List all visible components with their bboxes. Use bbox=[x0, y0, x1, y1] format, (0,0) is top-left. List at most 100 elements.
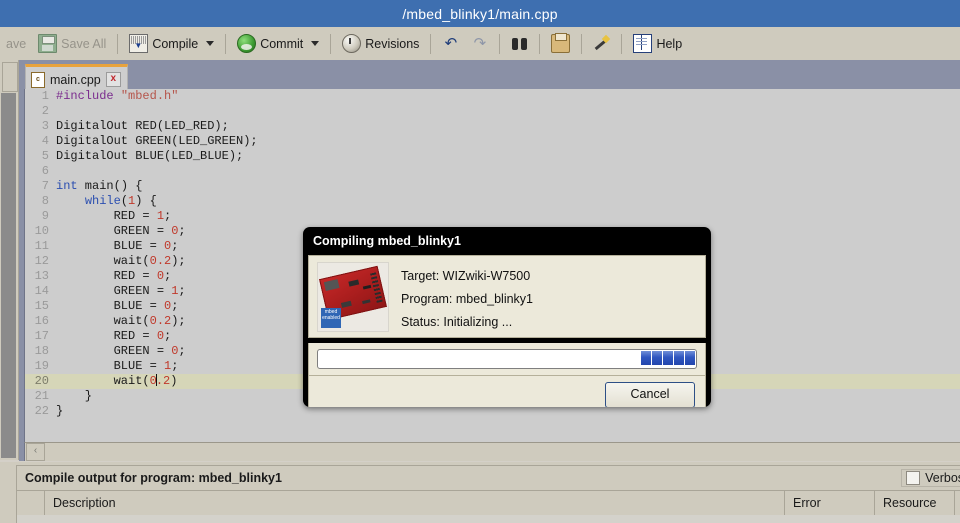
compile-button[interactable]: Compile bbox=[124, 31, 219, 56]
line-number: 15 bbox=[34, 299, 49, 313]
code-text[interactable]: BLUE = 1; bbox=[56, 359, 179, 374]
code-text[interactable]: int main() { bbox=[56, 179, 142, 194]
undo-icon: ↶ bbox=[444, 35, 458, 52]
line-number: 2 bbox=[41, 104, 49, 118]
cancel-button[interactable]: Cancel bbox=[605, 382, 695, 407]
verbose-label: Verbose bbox=[925, 471, 960, 485]
line-number: 20 bbox=[34, 374, 49, 388]
verbose-checkbox-group[interactable]: Verbose bbox=[901, 469, 960, 487]
commit-label: Commit bbox=[260, 36, 304, 51]
code-text[interactable]: wait(0.2); bbox=[56, 314, 186, 329]
chevron-down-icon[interactable] bbox=[206, 41, 215, 46]
code-line[interactable]: 9 RED = 1; bbox=[25, 209, 960, 224]
code-token: RED = bbox=[56, 209, 157, 223]
code-token: 0 bbox=[156, 269, 165, 283]
code-token: DigitalOut GREEN(LED_GREEN); bbox=[56, 134, 258, 148]
column-header[interactable]: Description bbox=[45, 491, 785, 515]
commit-button[interactable]: Commit bbox=[232, 31, 324, 56]
column-header[interactable]: Error Number bbox=[785, 491, 875, 523]
column-header[interactable]: Resource bbox=[875, 491, 955, 515]
save-all-button[interactable]: Save All bbox=[33, 31, 111, 56]
code-text[interactable]: GREEN = 1; bbox=[56, 284, 186, 299]
revisions-button[interactable]: Revisions bbox=[337, 31, 424, 56]
code-text[interactable]: wait(0.2) bbox=[56, 374, 177, 389]
tab-main-cpp[interactable]: c main.cpp x bbox=[25, 64, 128, 92]
code-text[interactable]: wait(0.2); bbox=[56, 254, 186, 269]
line-number: 4 bbox=[41, 134, 49, 148]
code-text[interactable]: } bbox=[56, 389, 92, 404]
toolbar-separator bbox=[117, 33, 119, 54]
code-token: ); bbox=[171, 314, 186, 328]
code-token: wait( bbox=[56, 254, 150, 268]
compile-output-rows[interactable] bbox=[17, 515, 960, 523]
close-icon[interactable]: x bbox=[105, 72, 121, 87]
code-text[interactable]: GREEN = 0; bbox=[56, 344, 186, 359]
editor-tab-bar: c main.cpp x bbox=[19, 61, 960, 92]
save-label: ave bbox=[6, 36, 27, 51]
code-line[interactable]: 3 DigitalOut RED(LED_RED); bbox=[25, 119, 960, 134]
line-number: 11 bbox=[34, 239, 49, 253]
line-number: 10 bbox=[34, 224, 49, 238]
compiling-dialog: Compiling mbed_blinky1 mbed enabled Targ… bbox=[303, 227, 711, 407]
dialog-title: Compiling mbed_blinky1 bbox=[313, 234, 461, 248]
format-button[interactable] bbox=[588, 31, 615, 56]
find-binoculars-icon bbox=[511, 35, 528, 52]
title-bar: /mbed_blinky1/main.cpp bbox=[0, 0, 960, 27]
code-line[interactable]: 2 bbox=[25, 104, 960, 119]
code-line[interactable]: 1 #include "mbed.h" bbox=[25, 89, 960, 104]
code-text[interactable]: while(1) { bbox=[56, 194, 157, 209]
line-number: 1 bbox=[41, 89, 49, 103]
code-text[interactable]: RED = 0; bbox=[56, 269, 172, 284]
find-button[interactable] bbox=[506, 31, 533, 56]
code-token: ; bbox=[164, 269, 172, 283]
save-button[interactable]: ave bbox=[1, 31, 31, 56]
chevron-down-icon[interactable] bbox=[311, 41, 320, 46]
code-token: ; bbox=[178, 284, 186, 298]
code-token: main() { bbox=[77, 179, 143, 193]
compile-icon bbox=[129, 34, 149, 53]
code-line[interactable]: 8 while(1) { bbox=[25, 194, 960, 209]
code-token: RED = bbox=[56, 329, 157, 343]
progress-block bbox=[685, 351, 695, 365]
code-text[interactable]: DigitalOut GREEN(LED_GREEN); bbox=[56, 134, 258, 149]
code-text[interactable]: GREEN = 0; bbox=[56, 224, 186, 239]
line-number: 21 bbox=[34, 389, 49, 403]
help-label: Help bbox=[656, 36, 683, 51]
code-text[interactable]: } bbox=[56, 404, 63, 419]
line-number: 7 bbox=[41, 179, 49, 193]
undo-button[interactable]: ↶ bbox=[437, 31, 464, 56]
code-line[interactable]: 5 DigitalOut BLUE(LED_BLUE); bbox=[25, 149, 960, 164]
help-button[interactable]: Help bbox=[628, 31, 687, 56]
redo-button[interactable]: ↷ bbox=[466, 31, 493, 56]
code-text[interactable]: BLUE = 0; bbox=[56, 239, 179, 254]
toolbar-separator bbox=[430, 33, 432, 54]
code-text[interactable]: RED = 0; bbox=[56, 329, 172, 344]
compile-output-title: Compile output for program: mbed_blinky1 bbox=[25, 471, 282, 485]
code-line[interactable]: 4 DigitalOut GREEN(LED_GREEN); bbox=[25, 134, 960, 149]
left-panel-splitter[interactable] bbox=[1, 93, 16, 458]
editor-horizontal-scrollbar[interactable]: ‹ bbox=[24, 442, 960, 461]
toolbar-separator bbox=[581, 33, 583, 54]
code-token: "mbed.h" bbox=[120, 89, 179, 103]
code-text[interactable]: RED = 1; bbox=[56, 209, 172, 224]
code-line[interactable]: 7 int main() { bbox=[25, 179, 960, 194]
code-text[interactable]: DigitalOut BLUE(LED_BLUE); bbox=[56, 149, 243, 164]
scroll-left-arrow-icon[interactable]: ‹ bbox=[26, 443, 45, 461]
print-button[interactable] bbox=[546, 31, 575, 56]
code-text[interactable]: BLUE = 0; bbox=[56, 299, 179, 314]
code-token: int bbox=[56, 179, 78, 193]
code-line[interactable]: 6 bbox=[25, 164, 960, 179]
wizwiki-w7500-board-photo: mbed enabled bbox=[317, 262, 389, 332]
left-side-panel[interactable] bbox=[0, 60, 19, 460]
left-panel-toggle[interactable] bbox=[2, 62, 18, 92]
code-text[interactable]: #include "mbed.h" bbox=[56, 89, 178, 104]
code-token: while bbox=[84, 194, 121, 208]
compile-output-inner: Compile output for program: mbed_blinky1… bbox=[16, 465, 960, 523]
code-text[interactable]: DigitalOut RED(LED_RED); bbox=[56, 119, 229, 134]
column-header[interactable] bbox=[17, 491, 45, 515]
verbose-checkbox[interactable] bbox=[906, 471, 921, 485]
revisions-clock-icon bbox=[342, 34, 362, 53]
progress-block bbox=[652, 351, 662, 365]
compile-output-column-headers: DescriptionError NumberResource bbox=[17, 491, 960, 523]
toolbar-separator bbox=[621, 33, 623, 54]
